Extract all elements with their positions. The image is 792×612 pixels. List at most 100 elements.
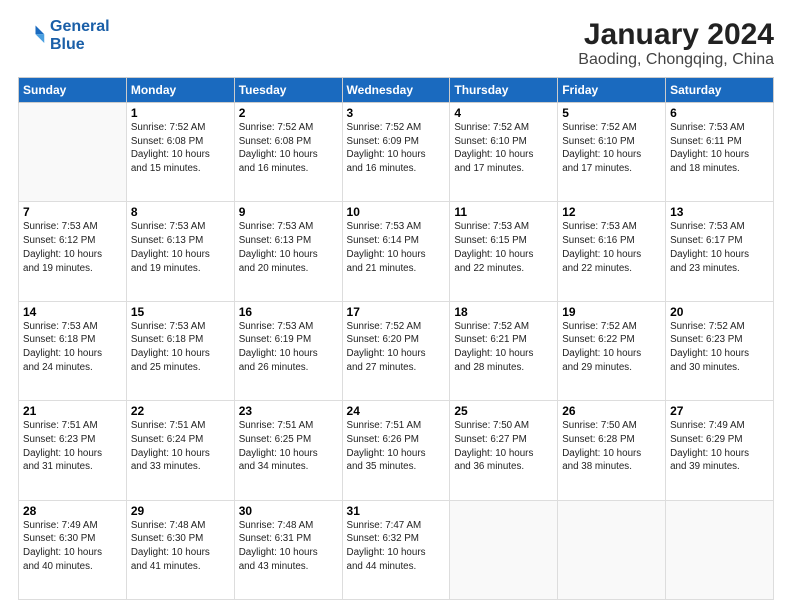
day-number: 7 [23,205,122,219]
day-number: 25 [454,404,553,418]
header-wednesday: Wednesday [342,78,450,103]
calendar-cell: 13Sunrise: 7:53 AM Sunset: 6:17 PM Dayli… [666,202,774,301]
calendar-cell: 24Sunrise: 7:51 AM Sunset: 6:26 PM Dayli… [342,401,450,500]
day-number: 1 [131,106,230,120]
day-info: Sunrise: 7:53 AM Sunset: 6:12 PM Dayligh… [23,220,122,275]
calendar-cell [19,103,127,202]
calendar-cell: 3Sunrise: 7:52 AM Sunset: 6:09 PM Daylig… [342,103,450,202]
logo: General Blue [18,18,110,53]
calendar-cell: 8Sunrise: 7:53 AM Sunset: 6:13 PM Daylig… [126,202,234,301]
calendar-cell: 31Sunrise: 7:47 AM Sunset: 6:32 PM Dayli… [342,500,450,599]
day-number: 22 [131,404,230,418]
day-number: 2 [239,106,338,120]
day-number: 24 [347,404,446,418]
day-info: Sunrise: 7:53 AM Sunset: 6:17 PM Dayligh… [670,220,769,275]
header-monday: Monday [126,78,234,103]
day-number: 30 [239,504,338,518]
day-number: 6 [670,106,769,120]
header-thursday: Thursday [450,78,558,103]
day-number: 23 [239,404,338,418]
day-number: 3 [347,106,446,120]
day-number: 21 [23,404,122,418]
day-info: Sunrise: 7:52 AM Sunset: 6:23 PM Dayligh… [670,320,769,375]
calendar-cell: 18Sunrise: 7:52 AM Sunset: 6:21 PM Dayli… [450,301,558,400]
day-info: Sunrise: 7:52 AM Sunset: 6:10 PM Dayligh… [454,121,553,176]
day-number: 10 [347,205,446,219]
title-block: January 2024 Baoding, Chongqing, China [578,18,774,69]
day-info: Sunrise: 7:50 AM Sunset: 6:27 PM Dayligh… [454,419,553,474]
calendar-cell: 1Sunrise: 7:52 AM Sunset: 6:08 PM Daylig… [126,103,234,202]
day-info: Sunrise: 7:53 AM Sunset: 6:14 PM Dayligh… [347,220,446,275]
day-info: Sunrise: 7:52 AM Sunset: 6:08 PM Dayligh… [239,121,338,176]
day-info: Sunrise: 7:51 AM Sunset: 6:26 PM Dayligh… [347,419,446,474]
calendar-header: Sunday Monday Tuesday Wednesday Thursday… [19,78,774,103]
calendar-cell [666,500,774,599]
calendar-cell: 30Sunrise: 7:48 AM Sunset: 6:31 PM Dayli… [234,500,342,599]
day-info: Sunrise: 7:53 AM Sunset: 6:13 PM Dayligh… [239,220,338,275]
weekday-header-row: Sunday Monday Tuesday Wednesday Thursday… [19,78,774,103]
calendar-body: 1Sunrise: 7:52 AM Sunset: 6:08 PM Daylig… [19,103,774,600]
logo-line1: General [50,18,110,35]
day-info: Sunrise: 7:51 AM Sunset: 6:24 PM Dayligh… [131,419,230,474]
calendar-cell: 2Sunrise: 7:52 AM Sunset: 6:08 PM Daylig… [234,103,342,202]
day-number: 17 [347,305,446,319]
calendar-cell: 4Sunrise: 7:52 AM Sunset: 6:10 PM Daylig… [450,103,558,202]
header-sunday: Sunday [19,78,127,103]
calendar-cell: 12Sunrise: 7:53 AM Sunset: 6:16 PM Dayli… [558,202,666,301]
calendar-cell: 7Sunrise: 7:53 AM Sunset: 6:12 PM Daylig… [19,202,127,301]
day-info: Sunrise: 7:53 AM Sunset: 6:16 PM Dayligh… [562,220,661,275]
header-tuesday: Tuesday [234,78,342,103]
day-info: Sunrise: 7:47 AM Sunset: 6:32 PM Dayligh… [347,519,446,574]
day-number: 26 [562,404,661,418]
calendar-cell: 20Sunrise: 7:52 AM Sunset: 6:23 PM Dayli… [666,301,774,400]
day-info: Sunrise: 7:51 AM Sunset: 6:25 PM Dayligh… [239,419,338,474]
calendar-cell: 16Sunrise: 7:53 AM Sunset: 6:19 PM Dayli… [234,301,342,400]
day-number: 16 [239,305,338,319]
calendar-week-row: 28Sunrise: 7:49 AM Sunset: 6:30 PM Dayli… [19,500,774,599]
day-number: 15 [131,305,230,319]
day-number: 28 [23,504,122,518]
calendar-cell: 26Sunrise: 7:50 AM Sunset: 6:28 PM Dayli… [558,401,666,500]
day-info: Sunrise: 7:53 AM Sunset: 6:13 PM Dayligh… [131,220,230,275]
day-number: 27 [670,404,769,418]
day-info: Sunrise: 7:51 AM Sunset: 6:23 PM Dayligh… [23,419,122,474]
day-info: Sunrise: 7:50 AM Sunset: 6:28 PM Dayligh… [562,419,661,474]
day-number: 29 [131,504,230,518]
calendar-cell: 15Sunrise: 7:53 AM Sunset: 6:18 PM Dayli… [126,301,234,400]
calendar-week-row: 1Sunrise: 7:52 AM Sunset: 6:08 PM Daylig… [19,103,774,202]
day-info: Sunrise: 7:53 AM Sunset: 6:11 PM Dayligh… [670,121,769,176]
day-number: 12 [562,205,661,219]
day-info: Sunrise: 7:52 AM Sunset: 6:22 PM Dayligh… [562,320,661,375]
calendar-cell: 29Sunrise: 7:48 AM Sunset: 6:30 PM Dayli… [126,500,234,599]
day-info: Sunrise: 7:52 AM Sunset: 6:08 PM Dayligh… [131,121,230,176]
day-info: Sunrise: 7:49 AM Sunset: 6:29 PM Dayligh… [670,419,769,474]
calendar-cell: 22Sunrise: 7:51 AM Sunset: 6:24 PM Dayli… [126,401,234,500]
day-number: 13 [670,205,769,219]
day-number: 20 [670,305,769,319]
day-number: 18 [454,305,553,319]
logo-line2: Blue [50,36,85,53]
day-number: 4 [454,106,553,120]
day-number: 31 [347,504,446,518]
day-number: 19 [562,305,661,319]
calendar-cell: 28Sunrise: 7:49 AM Sunset: 6:30 PM Dayli… [19,500,127,599]
calendar-cell: 5Sunrise: 7:52 AM Sunset: 6:10 PM Daylig… [558,103,666,202]
calendar-cell: 23Sunrise: 7:51 AM Sunset: 6:25 PM Dayli… [234,401,342,500]
day-info: Sunrise: 7:53 AM Sunset: 6:18 PM Dayligh… [23,320,122,375]
day-info: Sunrise: 7:52 AM Sunset: 6:09 PM Dayligh… [347,121,446,176]
day-info: Sunrise: 7:52 AM Sunset: 6:10 PM Dayligh… [562,121,661,176]
day-number: 5 [562,106,661,120]
day-info: Sunrise: 7:53 AM Sunset: 6:18 PM Dayligh… [131,320,230,375]
calendar-week-row: 7Sunrise: 7:53 AM Sunset: 6:12 PM Daylig… [19,202,774,301]
day-info: Sunrise: 7:52 AM Sunset: 6:20 PM Dayligh… [347,320,446,375]
day-info: Sunrise: 7:48 AM Sunset: 6:30 PM Dayligh… [131,519,230,574]
calendar-cell: 6Sunrise: 7:53 AM Sunset: 6:11 PM Daylig… [666,103,774,202]
calendar-cell: 11Sunrise: 7:53 AM Sunset: 6:15 PM Dayli… [450,202,558,301]
calendar-cell [558,500,666,599]
calendar-week-row: 21Sunrise: 7:51 AM Sunset: 6:23 PM Dayli… [19,401,774,500]
day-number: 14 [23,305,122,319]
calendar-cell: 19Sunrise: 7:52 AM Sunset: 6:22 PM Dayli… [558,301,666,400]
calendar-cell: 27Sunrise: 7:49 AM Sunset: 6:29 PM Dayli… [666,401,774,500]
header: General Blue January 2024 Baoding, Chong… [18,18,774,69]
page: General Blue January 2024 Baoding, Chong… [0,0,792,612]
